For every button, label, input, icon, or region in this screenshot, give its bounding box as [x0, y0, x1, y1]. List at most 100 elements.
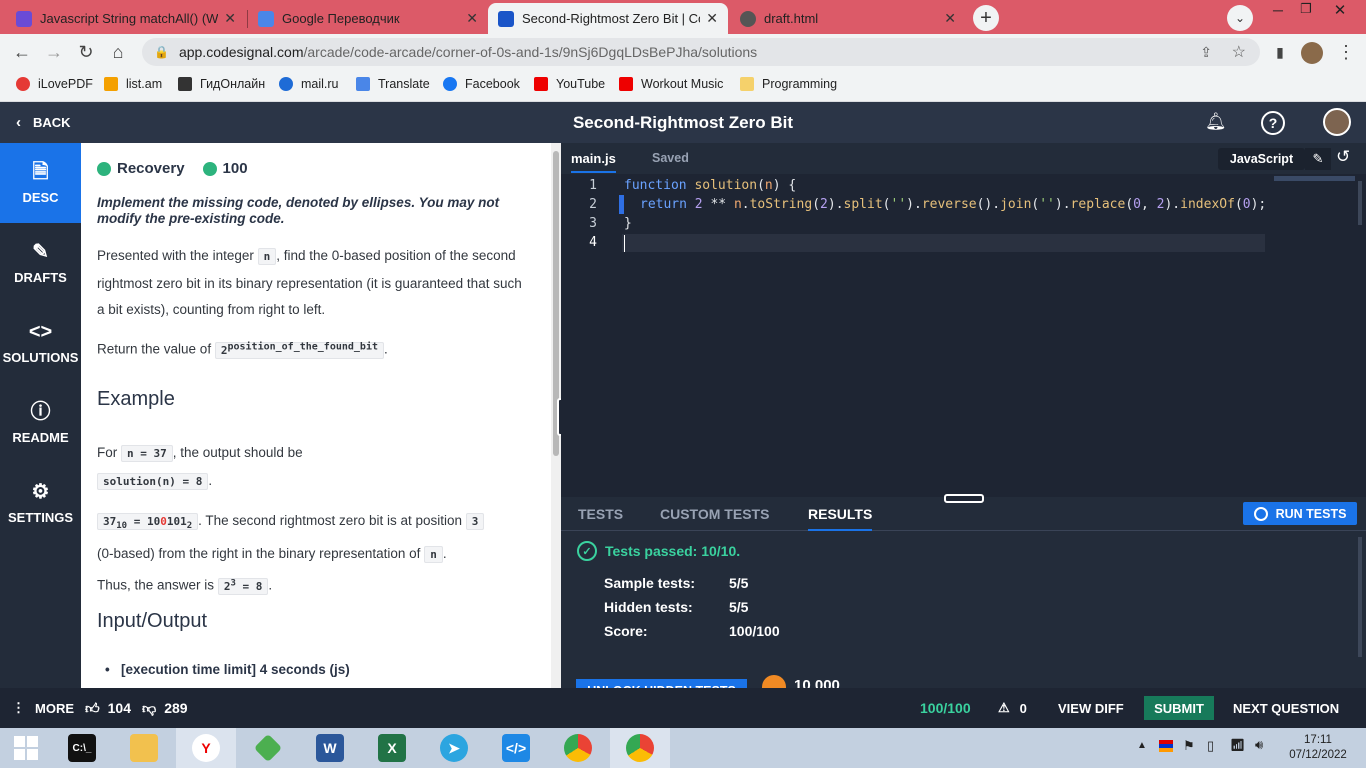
- description-panel: Recovery 100 Implement the missing code,…: [81, 143, 551, 688]
- gear-icon: ⚙: [31, 480, 50, 503]
- view-diff-button[interactable]: VIEW DIFF: [1058, 696, 1124, 720]
- close-icon[interactable]: ✕: [944, 10, 956, 27]
- line-number: 1: [589, 178, 597, 193]
- sidebar-item-readme[interactable]: ⓘ README: [0, 383, 81, 463]
- address-bar[interactable]: 🔒 app.codesignal.com/arcade/code-arcade/…: [142, 38, 1260, 66]
- vscode-icon: </>: [502, 734, 530, 762]
- taskbar-vscode[interactable]: </>: [486, 728, 546, 768]
- taskbar-chrome-active[interactable]: [610, 728, 670, 768]
- back-arrow-icon[interactable]: ←: [10, 40, 34, 64]
- code-inline: 2position_of_the_found_bit: [214, 341, 384, 359]
- user-avatar[interactable]: [1323, 108, 1351, 136]
- task-meta: Recovery 100: [97, 160, 248, 177]
- run-tests-button[interactable]: RUN TESTS: [1243, 502, 1357, 525]
- browser-tab-strip: Javascript String matchAll() (With ✕ Goo…: [0, 0, 1366, 34]
- language-select[interactable]: JavaScript: [1218, 148, 1305, 170]
- sidebar-item-settings[interactable]: ⚙ SETTINGS: [0, 463, 81, 543]
- like-button[interactable]: 👍︎ 104: [85, 696, 131, 720]
- share-icon[interactable]: ⇪: [1200, 44, 1212, 61]
- restore-button[interactable]: ❐: [1296, 1, 1316, 21]
- bookmark[interactable]: mail.ru: [279, 77, 339, 91]
- bookmark[interactable]: Translate: [356, 77, 430, 91]
- unlock-hidden-tests-button[interactable]: UNLOCK HIDDEN TESTS: [576, 677, 747, 688]
- edit-icon[interactable]: ✎: [1305, 148, 1331, 170]
- clock[interactable]: 17:11 07/12/2022: [1283, 733, 1353, 763]
- line-number: 3: [589, 216, 597, 231]
- taskbar-word[interactable]: W: [300, 728, 360, 768]
- tab-title: draft.html: [764, 11, 819, 26]
- profile-avatar[interactable]: [1301, 42, 1323, 64]
- help-icon[interactable]: ?: [1261, 111, 1285, 135]
- editor-scrollbar[interactable]: [1358, 181, 1362, 225]
- taskbar-telegram[interactable]: ➤: [424, 728, 484, 768]
- close-icon[interactable]: ✕: [224, 10, 236, 27]
- next-question-button[interactable]: NEXT QUESTION: [1233, 696, 1339, 720]
- armenian-flag-icon[interactable]: [1159, 740, 1173, 752]
- bookmark[interactable]: YouTube: [534, 77, 605, 91]
- minimize-button[interactable]: ─: [1268, 2, 1288, 22]
- panel-resize-handle[interactable]: [944, 494, 984, 503]
- bookmark[interactable]: Facebook: [443, 77, 520, 91]
- home-icon[interactable]: ⌂: [106, 40, 130, 64]
- bookmark-star-icon[interactable]: ☆: [1232, 42, 1246, 62]
- browser-tab-active[interactable]: Second-Rightmost Zero Bit | Cod ✕: [488, 3, 728, 34]
- taskbar-cmd[interactable]: C:\_: [52, 728, 112, 768]
- tab-favicon-icon: [16, 10, 32, 27]
- menu-icon[interactable]: ⋮: [1334, 40, 1358, 64]
- bookmark-folder[interactable]: Programming: [740, 77, 837, 91]
- close-window-button[interactable]: ✕: [1330, 1, 1350, 21]
- battery-icon[interactable]: ▯: [1207, 738, 1214, 754]
- results-scrollbar[interactable]: [1358, 537, 1362, 657]
- bookmarks-bar: iLovePDF list.am ГидОнлайн mail.ru Trans…: [0, 70, 1366, 102]
- sidebar-item-label: DESC: [22, 189, 59, 205]
- new-tab-button[interactable]: +: [973, 5, 999, 31]
- save-status: Saved: [652, 151, 689, 165]
- bookmark-label: YouTube: [556, 77, 606, 91]
- drafts-icon: ✎: [32, 240, 49, 263]
- tab-results[interactable]: RESULTS: [808, 506, 873, 531]
- history-icon[interactable]: ↺: [1336, 147, 1350, 167]
- close-icon[interactable]: ✕: [706, 10, 718, 27]
- browser-tab[interactable]: draft.html ✕: [730, 3, 966, 34]
- browser-tab[interactable]: Javascript String matchAll() (With ✕: [6, 3, 246, 34]
- taskbar-yandex[interactable]: Y: [176, 728, 236, 768]
- start-button[interactable]: [0, 728, 52, 768]
- close-icon[interactable]: ✕: [466, 10, 478, 27]
- bookmark[interactable]: Workout Music: [619, 77, 723, 91]
- sidebar-item-drafts[interactable]: ✎ DRAFTS: [0, 223, 81, 303]
- taskbar-explorer[interactable]: [114, 728, 174, 768]
- reload-icon[interactable]: ↻: [74, 40, 98, 64]
- minimap[interactable]: [1274, 176, 1355, 181]
- tab-custom-tests[interactable]: CUSTOM TESTS: [660, 506, 769, 522]
- bookmark[interactable]: iLovePDF: [16, 77, 93, 91]
- side-panel-icon[interactable]: ▮: [1268, 40, 1292, 64]
- translate-icon: [258, 10, 274, 27]
- tab-search-button[interactable]: ⌄: [1227, 5, 1253, 31]
- gidonline-icon: [178, 77, 192, 91]
- text: Return the value of: [97, 341, 212, 357]
- volume-icon[interactable]: 🔊︎: [1255, 737, 1263, 753]
- tray-chevron-icon[interactable]: ▲: [1137, 740, 1147, 751]
- bookmark[interactable]: list.am: [104, 77, 162, 91]
- network-icon[interactable]: 📶︎: [1230, 738, 1245, 752]
- sidebar-item-solutions[interactable]: <> SOLUTIONS: [0, 303, 81, 383]
- taskbar-excel[interactable]: X: [362, 728, 422, 768]
- flag-icon[interactable]: ⚑: [1183, 738, 1195, 754]
- file-tab[interactable]: main.js: [571, 151, 616, 173]
- submit-button[interactable]: SUBMIT: [1144, 696, 1214, 720]
- forward-arrow-icon[interactable]: →: [42, 40, 66, 64]
- language-label: JavaScript: [1229, 152, 1294, 166]
- bell-icon[interactable]: 🔔︎: [1205, 112, 1227, 132]
- warnings-indicator[interactable]: ⚠ 0: [998, 696, 1027, 720]
- taskbar-chrome[interactable]: [548, 728, 608, 768]
- dislike-button[interactable]: 👎︎ 289: [142, 696, 188, 720]
- tab-tests[interactable]: TESTS: [578, 506, 623, 522]
- document-icon: 🗎: [32, 160, 49, 183]
- bookmark[interactable]: ГидОнлайн: [178, 77, 265, 91]
- text: 101: [166, 515, 187, 528]
- taskbar-app[interactable]: [238, 728, 298, 768]
- sidebar-item-desc[interactable]: 🗎 DESC: [0, 143, 81, 223]
- more-button[interactable]: ⋮ MORE: [12, 696, 74, 720]
- browser-tab[interactable]: Google Переводчик ✕: [248, 3, 488, 34]
- result-key: Hidden tests:: [604, 599, 693, 615]
